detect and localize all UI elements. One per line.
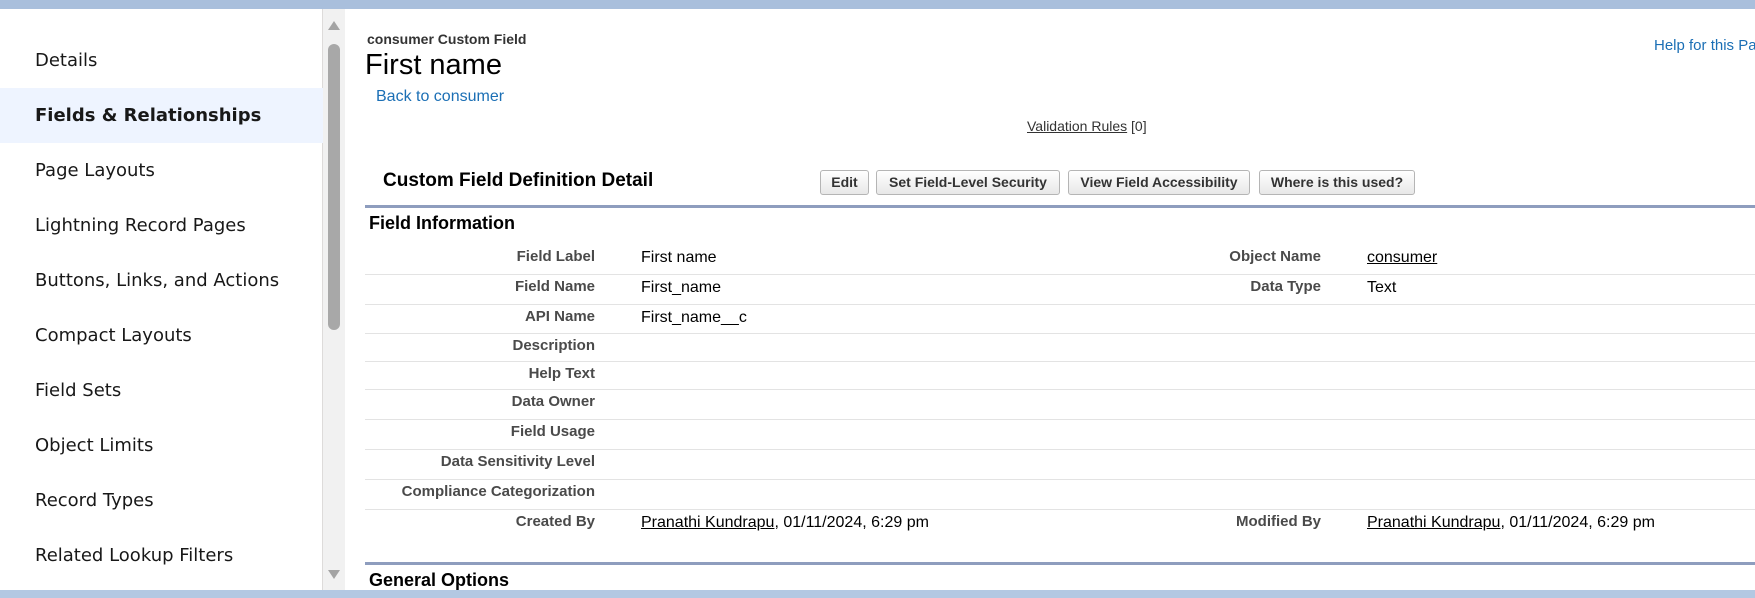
created-by-user-link[interactable]: Pranathi Kundrapu xyxy=(641,514,774,531)
compliance-categorization-label: Compliance Categorization xyxy=(401,483,595,500)
sidebar-item-lightning-record-pages[interactable]: Lightning Record Pages xyxy=(0,198,323,253)
sidebar-item-buttons-links-actions[interactable]: Buttons, Links, and Actions xyxy=(0,253,323,308)
sidebar-item-fields-relationships[interactable]: Fields & Relationships xyxy=(0,88,323,143)
help-text-label: Help Text xyxy=(528,365,595,382)
row-divider xyxy=(365,333,1755,334)
object-name-label: Object Name xyxy=(1229,248,1321,265)
field-label-label: Field Label xyxy=(516,248,595,265)
window-bottom-border xyxy=(0,590,1755,598)
sidebar-item-details[interactable]: Details xyxy=(0,33,323,88)
row-divider xyxy=(365,449,1755,450)
help-for-this-page-link[interactable]: Help for this Pa xyxy=(1654,37,1755,54)
sidebar-item-related-lookup-filters[interactable]: Related Lookup Filters xyxy=(0,528,323,583)
created-by-value: Pranathi Kundrapu, 01/11/2024, 6:29 pm xyxy=(641,514,929,532)
data-sensitivity-level-label: Data Sensitivity Level xyxy=(440,453,595,470)
page-title: First name xyxy=(365,49,502,81)
field-name-value: First_name xyxy=(641,279,722,296)
window-top-border xyxy=(0,0,1755,9)
scrollbar-thumb[interactable] xyxy=(328,44,340,330)
scroll-up-arrow-icon[interactable] xyxy=(328,21,340,30)
modified-by-value: Pranathi Kundrapu, 01/11/2024, 6:29 pm xyxy=(1367,514,1655,532)
scroll-down-arrow-icon[interactable] xyxy=(328,570,340,579)
row-divider xyxy=(365,274,1755,275)
sidebar-scrollbar[interactable] xyxy=(323,9,345,590)
section-title: Custom Field Definition Detail xyxy=(383,170,654,191)
api-name-value: First_name__c xyxy=(641,309,747,326)
general-options-heading: General Options xyxy=(369,570,510,590)
breadcrumb: consumer Custom Field xyxy=(367,31,527,47)
object-name-link[interactable]: consumer xyxy=(1367,249,1437,267)
row-divider xyxy=(365,509,1755,510)
field-label-value: First name xyxy=(641,249,717,266)
back-to-object-link[interactable]: Back to consumer xyxy=(376,88,504,106)
row-divider xyxy=(365,304,1755,305)
object-manager-sidebar: Details Fields & Relationships Page Layo… xyxy=(0,9,323,590)
validation-rules-summary: Validation Rules [0] xyxy=(1027,118,1147,134)
row-divider xyxy=(365,419,1755,420)
modified-by-label: Modified By xyxy=(1236,513,1321,530)
section-divider xyxy=(365,205,1755,208)
modified-by-user-link[interactable]: Pranathi Kundrapu xyxy=(1367,514,1500,531)
data-type-value: Text xyxy=(1367,279,1397,296)
sidebar-item-compact-layouts[interactable]: Compact Layouts xyxy=(0,308,323,363)
data-type-label: Data Type xyxy=(1250,278,1321,295)
sidebar-item-record-types[interactable]: Record Types xyxy=(0,473,323,528)
description-label: Description xyxy=(512,337,595,354)
view-field-accessibility-button[interactable]: View Field Accessibility xyxy=(1068,170,1250,195)
created-by-date: , 01/11/2024, 6:29 pm xyxy=(774,514,929,531)
row-divider xyxy=(365,361,1755,362)
validation-rules-count: [0] xyxy=(1131,118,1147,134)
field-information-heading: Field Information xyxy=(369,213,515,233)
row-divider xyxy=(365,479,1755,480)
data-owner-label: Data Owner xyxy=(511,393,595,410)
field-name-label: Field Name xyxy=(514,278,595,295)
set-field-level-security-button[interactable]: Set Field-Level Security xyxy=(876,170,1060,195)
sidebar-item-page-layouts[interactable]: Page Layouts xyxy=(0,143,323,198)
edit-button[interactable]: Edit xyxy=(820,170,869,195)
sidebar-item-field-sets[interactable]: Field Sets xyxy=(0,363,323,418)
row-divider xyxy=(365,389,1755,390)
main-content: consumer Custom Field First name Back to… xyxy=(345,9,1755,590)
modified-by-date: , 01/11/2024, 6:29 pm xyxy=(1500,514,1655,531)
api-name-label: API Name xyxy=(524,308,595,325)
sidebar-item-object-limits[interactable]: Object Limits xyxy=(0,418,323,473)
field-usage-label: Field Usage xyxy=(510,423,595,440)
created-by-label: Created By xyxy=(515,513,595,530)
section-divider xyxy=(365,562,1755,565)
where-is-this-used-button[interactable]: Where is this used? xyxy=(1259,170,1415,195)
validation-rules-link[interactable]: Validation Rules xyxy=(1027,118,1127,134)
